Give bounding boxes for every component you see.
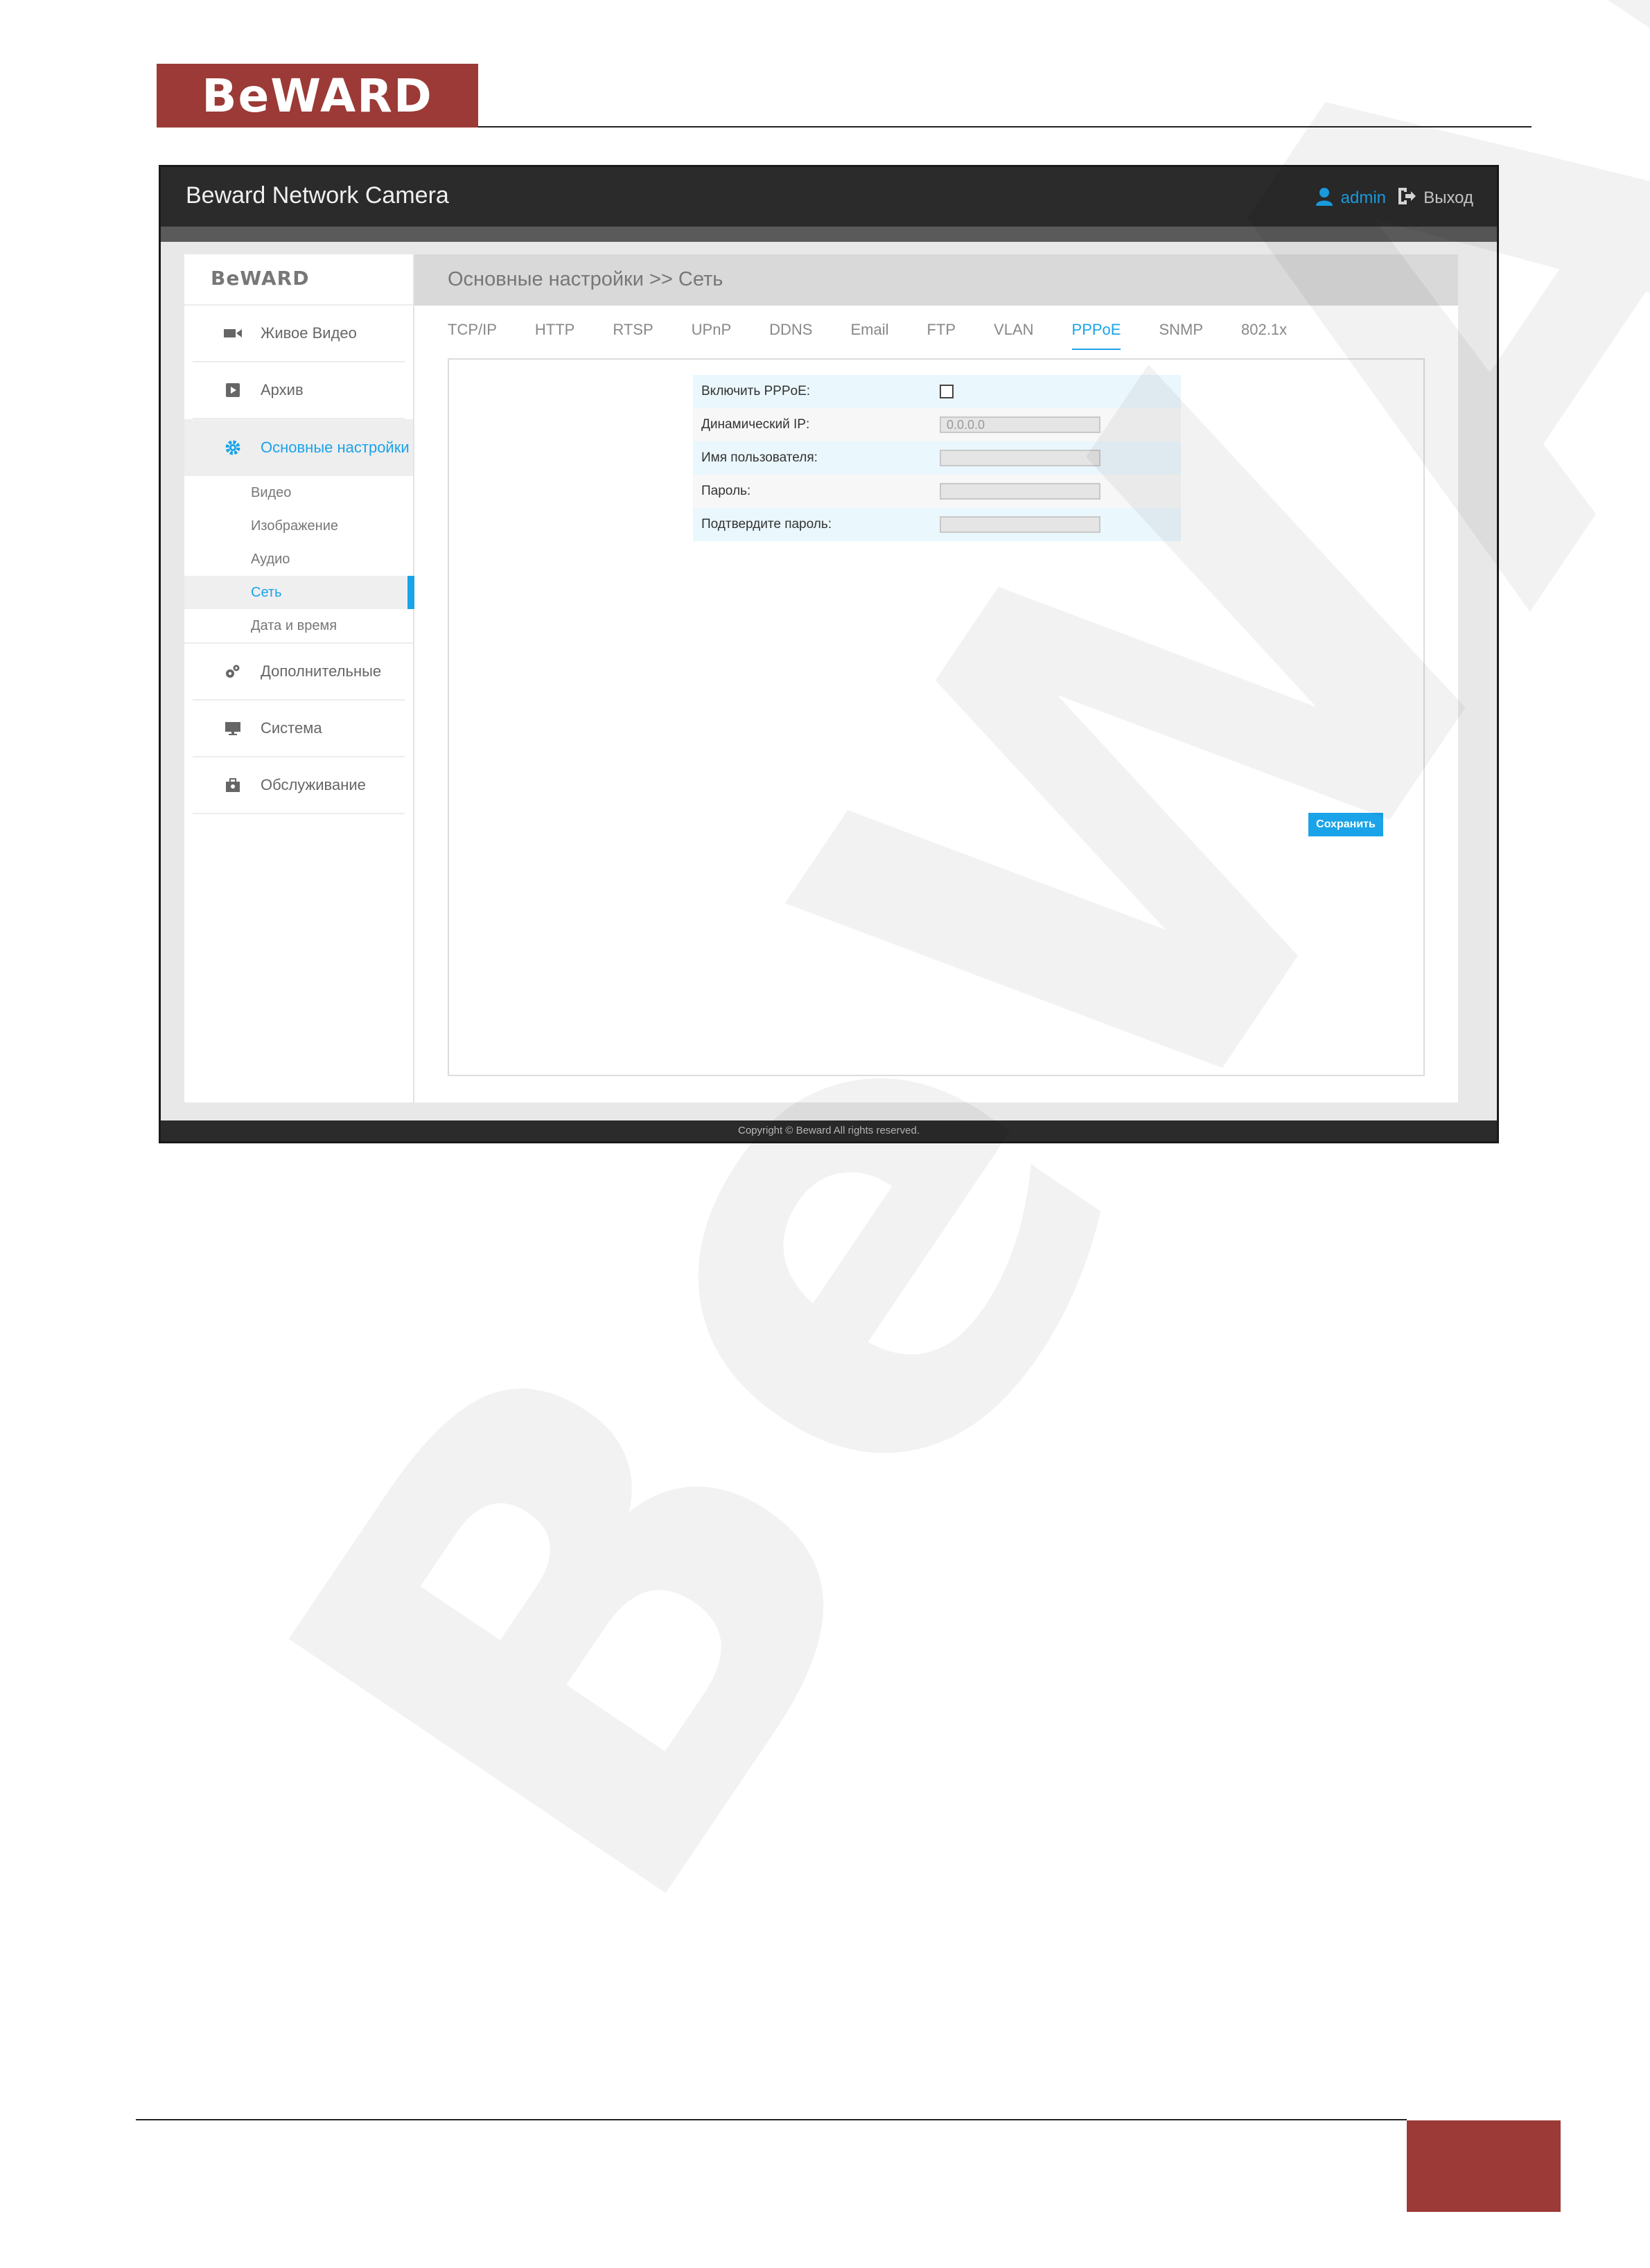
- tab-snmp[interactable]: SNMP: [1159, 315, 1203, 344]
- form-row-username: Имя пользователя:: [693, 441, 1181, 475]
- tab-upnp[interactable]: UPnP: [692, 315, 731, 344]
- tab-vlan[interactable]: VLAN: [994, 315, 1033, 344]
- logout-button[interactable]: Выход: [1397, 186, 1473, 209]
- main-panel: BeWARD Живое Видео Архив Основные настро…: [184, 254, 1458, 1102]
- sidebar-item-archive[interactable]: Архив: [193, 362, 405, 419]
- document-logo: BeWARD: [157, 64, 478, 128]
- username-label: Имя пользователя:: [701, 450, 818, 465]
- logout-label: Выход: [1423, 188, 1473, 207]
- enable-pppoe-label: Включить PPPoE:: [701, 384, 811, 398]
- tab-tcp-ip[interactable]: TCP/IP: [448, 315, 497, 344]
- sidebar-item-basic-settings[interactable]: Основные настройки: [184, 419, 413, 476]
- video-camera-icon: [223, 324, 243, 343]
- sub-bar: [161, 227, 1497, 242]
- copyright-footer: Copyright © Beward All rights reserved.: [161, 1120, 1497, 1141]
- document-page-badge: [1407, 2120, 1561, 2212]
- sidebar-item-label: Обслуживание: [261, 776, 366, 793]
- sidebar-logo: BeWARD: [184, 254, 413, 306]
- breadcrumb: Основные настройки >> Сеть: [414, 254, 1458, 306]
- sidebar-item-maintenance[interactable]: Обслуживание: [193, 757, 405, 814]
- sidebar-item-label: Дополнительные: [261, 662, 382, 680]
- basic-settings-submenu: Видео Изображение Аудио Сеть Дата и врем…: [184, 476, 414, 644]
- password-field[interactable]: [940, 483, 1100, 500]
- user-name: admin: [1340, 188, 1386, 207]
- form-row-confirm-password: Подтвердите пароль:: [693, 508, 1181, 541]
- gear-icon: [223, 438, 243, 457]
- app-title: Beward Network Camera: [186, 182, 449, 209]
- submenu-item-audio[interactable]: Аудио: [184, 543, 413, 576]
- password-label: Пароль:: [701, 484, 751, 498]
- tab-ddns[interactable]: DDNS: [769, 315, 812, 344]
- pppoe-settings-box: Включить PPPoE: Динамический IP: 0.0.0.0…: [448, 358, 1425, 1076]
- gears-icon: [223, 662, 243, 681]
- sidebar-item-advanced[interactable]: Дополнительные: [193, 644, 405, 701]
- save-button[interactable]: Сохранить: [1308, 813, 1383, 836]
- sidebar: BeWARD Живое Видео Архив Основные настро…: [184, 254, 414, 1102]
- tab-rtsp[interactable]: RTSP: [613, 315, 653, 344]
- logout-icon: [1397, 186, 1416, 209]
- submenu-item-label: Сеть: [251, 584, 282, 600]
- sidebar-item-label: Живое Видео: [261, 324, 357, 342]
- submenu-item-label: Дата и время: [251, 617, 337, 633]
- sidebar-item-system[interactable]: Система: [193, 701, 405, 757]
- enable-pppoe-checkbox[interactable]: [940, 385, 954, 398]
- submenu-item-network[interactable]: Сеть: [184, 576, 414, 609]
- monitor-icon: [223, 719, 243, 738]
- form-row-enable: Включить PPPoE:: [693, 375, 1181, 408]
- network-tabs: TCP/IP HTTP RTSP UPnP DDNS Email FTP VLA…: [414, 306, 1458, 354]
- tab-ftp[interactable]: FTP: [927, 315, 956, 344]
- play-icon: [223, 380, 243, 400]
- dynamic-ip-label: Динамический IP:: [701, 417, 810, 432]
- document-logo-text: BeWARD: [202, 69, 433, 123]
- user-menu[interactable]: admin: [1315, 186, 1386, 209]
- sidebar-logo-text: BeWARD: [211, 267, 310, 290]
- form-row-dynamic-ip: Динамический IP: 0.0.0.0: [693, 408, 1181, 441]
- tab-email[interactable]: Email: [850, 315, 888, 344]
- sidebar-item-label: Система: [261, 719, 322, 737]
- form-row-password: Пароль:: [693, 475, 1181, 508]
- top-bar: Beward Network Camera admin Выход: [161, 167, 1497, 227]
- user-icon: [1315, 186, 1334, 209]
- toolbox-icon: [223, 775, 243, 795]
- submenu-item-image[interactable]: Изображение: [184, 509, 413, 543]
- camera-web-ui-window: Beward Network Camera admin Выход BeWARD…: [159, 165, 1499, 1143]
- confirm-password-field[interactable]: [940, 516, 1100, 533]
- document-footer-rule: [136, 2119, 1407, 2120]
- content-area: Основные настройки >> Сеть TCP/IP HTTP R…: [414, 254, 1458, 1102]
- submenu-item-label: Видео: [251, 484, 292, 500]
- tab-802-1x[interactable]: 802.1x: [1241, 315, 1287, 344]
- dynamic-ip-field: 0.0.0.0: [940, 416, 1100, 433]
- pppoe-form: Включить PPPoE: Динамический IP: 0.0.0.0…: [693, 375, 1181, 541]
- tab-http[interactable]: HTTP: [535, 315, 574, 344]
- confirm-password-label: Подтвердите пароль:: [701, 517, 832, 531]
- submenu-item-video[interactable]: Видео: [184, 476, 413, 509]
- sidebar-item-label: Основные настройки: [261, 439, 410, 456]
- document-header-rule: [478, 126, 1531, 128]
- submenu-item-date-time[interactable]: Дата и время: [184, 609, 413, 642]
- username-field[interactable]: [940, 450, 1100, 466]
- sidebar-item-live-video[interactable]: Живое Видео: [193, 306, 405, 362]
- tab-pppoe[interactable]: PPPoE: [1071, 315, 1121, 350]
- sidebar-item-label: Архив: [261, 381, 304, 398]
- submenu-item-label: Аудио: [251, 551, 290, 567]
- submenu-item-label: Изображение: [251, 518, 338, 534]
